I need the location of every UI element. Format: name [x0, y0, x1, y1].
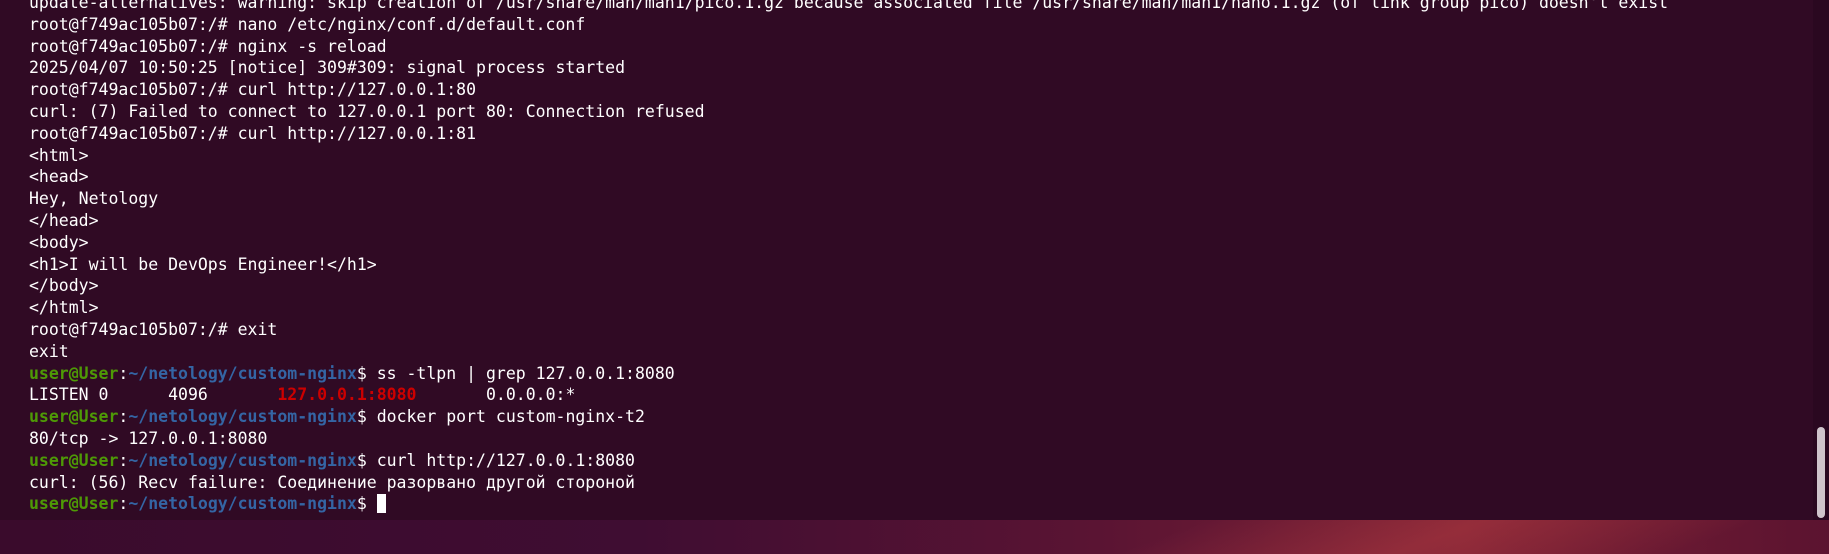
terminal-line: update-alternatives: warning: skip creat… [29, 0, 1668, 14]
terminal-line: root@f749ac105b07:/# curl http://127.0.0… [29, 123, 1668, 145]
grep-match-highlight: 127.0.0.1:8080 [277, 385, 417, 405]
terminal-output[interactable]: update-alternatives: warning: skip creat… [29, 0, 1668, 515]
line-text: : [118, 407, 129, 427]
prompt-path: ~/netology/custom-nginx [128, 494, 357, 514]
terminal-line: Hey, Netology [29, 188, 1668, 210]
terminal-line: root@f749ac105b07:/# exit [29, 319, 1668, 341]
terminal-cursor [376, 494, 386, 514]
terminal-line: user@User:~/netology/custom-nginx$ ss -t… [29, 363, 1668, 385]
terminal-line: </head> [29, 210, 1668, 232]
prompt-user: user@User [29, 363, 119, 383]
terminal-line: root@f749ac105b07:/# nano /etc/nginx/con… [29, 14, 1668, 36]
terminal-line: user@User:~/netology/custom-nginx$ [29, 493, 1668, 515]
line-text: <body> [29, 232, 89, 252]
line-text: : [118, 363, 129, 383]
terminal-line: 2025/04/07 10:50:25 [notice] 309#309: si… [29, 57, 1668, 79]
terminal-line: <head> [29, 166, 1668, 188]
prompt-user: user@User [29, 494, 119, 514]
line-text: $ docker port custom-nginx-t2 [356, 407, 645, 427]
line-text: curl: (7) Failed to connect to 127.0.0.1… [29, 101, 705, 121]
terminal-line: </body> [29, 275, 1668, 297]
terminal-line: <html> [29, 145, 1668, 167]
terminal-line: root@f749ac105b07:/# nginx -s reload [29, 36, 1668, 58]
line-text: Hey, Netology [29, 189, 159, 209]
line-text: <html> [29, 145, 89, 165]
terminal-line: </html> [29, 297, 1668, 319]
line-text: </head> [29, 210, 99, 230]
line-text: root@f749ac105b07:/# curl http://127.0.0… [29, 123, 477, 143]
line-text: root@f749ac105b07:/# exit [29, 319, 278, 339]
terminal-line: curl: (56) Recv failure: Соединение разо… [29, 472, 1668, 494]
line-text: 0.0.0.0:* [416, 385, 576, 405]
line-text: </html> [29, 298, 99, 318]
terminal-line: <h1>I will be DevOps Engineer!</h1> [29, 254, 1668, 276]
terminal-line: curl: (7) Failed to connect to 127.0.0.1… [29, 101, 1668, 123]
line-text: <h1>I will be DevOps Engineer!</h1> [29, 254, 377, 274]
line-text: $ [356, 494, 377, 514]
line-text: 80/tcp -> 127.0.0.1:8080 [29, 428, 268, 448]
prompt-user: user@User [29, 450, 119, 470]
line-text: 2025/04/07 10:50:25 [notice] 309#309: si… [29, 58, 626, 78]
terminal-scrollbar[interactable] [1813, 0, 1829, 520]
line-text: curl: (56) Recv failure: Соединение разо… [29, 472, 635, 492]
line-text: root@f749ac105b07:/# curl http://127.0.0… [29, 80, 477, 100]
line-text: LISTEN 0 4096 [29, 385, 278, 405]
line-text: </body> [29, 276, 99, 296]
prompt-path: ~/netology/custom-nginx [128, 450, 357, 470]
terminal-line: user@User:~/netology/custom-nginx$ curl … [29, 450, 1668, 472]
terminal-line: user@User:~/netology/custom-nginx$ docke… [29, 406, 1668, 428]
line-text: $ curl http://127.0.0.1:8080 [356, 450, 635, 470]
line-text: : [118, 450, 129, 470]
line-text: exit [29, 341, 69, 361]
line-text: $ ss -tlpn | grep 127.0.0.1:8080 [356, 363, 675, 383]
terminal-window[interactable]: update-alternatives: warning: skip creat… [0, 0, 1813, 520]
prompt-path: ~/netology/custom-nginx [128, 407, 357, 427]
terminal-line: <body> [29, 232, 1668, 254]
line-text: <head> [29, 167, 89, 187]
line-text: : [118, 494, 129, 514]
terminal-line: 80/tcp -> 127.0.0.1:8080 [29, 428, 1668, 450]
scrollbar-thumb[interactable] [1817, 427, 1825, 518]
terminal-line: exit [29, 341, 1668, 363]
prompt-path: ~/netology/custom-nginx [128, 363, 357, 383]
terminal-line: root@f749ac105b07:/# curl http://127.0.0… [29, 79, 1668, 101]
line-text: root@f749ac105b07:/# nginx -s reload [29, 36, 387, 56]
line-text: update-alternatives: warning: skip creat… [29, 0, 1669, 12]
desktop-wallpaper-glow [1050, 520, 1750, 554]
line-text: root@f749ac105b07:/# nano /etc/nginx/con… [29, 14, 586, 34]
terminal-line: LISTEN 0 4096 127.0.0.1:8080 0.0.0.0:* [29, 384, 1668, 406]
prompt-user: user@User [29, 407, 119, 427]
